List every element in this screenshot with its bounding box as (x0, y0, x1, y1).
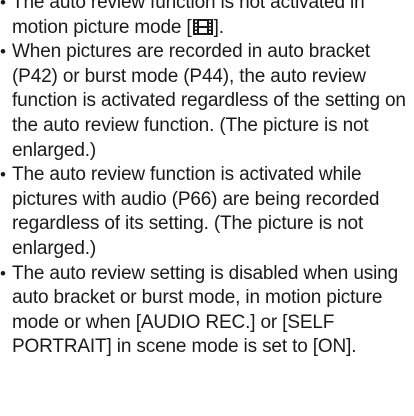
note-2-text: When pictures are recorded in auto brack… (12, 41, 406, 161)
bullet-dot: • (0, 263, 6, 283)
note-audio-recording: • The auto review function is activated … (0, 163, 414, 261)
note-motion-picture: • The auto review function is not activa… (0, 0, 414, 40)
note-3-text: The auto review function is activated wh… (12, 164, 380, 259)
note-4-text: The auto review setting is disabled when… (12, 262, 398, 358)
motion-picture-icon (192, 18, 213, 35)
note-1-text-after-icon: ]. (213, 16, 224, 38)
bullet-dot: • (0, 165, 6, 185)
bullet-dot: • (0, 0, 6, 12)
note-1-text-before-icon: The auto review function is not activate… (12, 0, 365, 38)
bullet-dot: • (0, 42, 6, 62)
note-setting-disabled: • The auto review setting is disabled wh… (0, 262, 414, 360)
notes-list: • The auto review function is not activa… (0, 0, 414, 360)
note-auto-bracket-burst: • When pictures are recorded in auto bra… (0, 40, 414, 163)
manual-page: • The auto review function is not activa… (0, 0, 414, 360)
